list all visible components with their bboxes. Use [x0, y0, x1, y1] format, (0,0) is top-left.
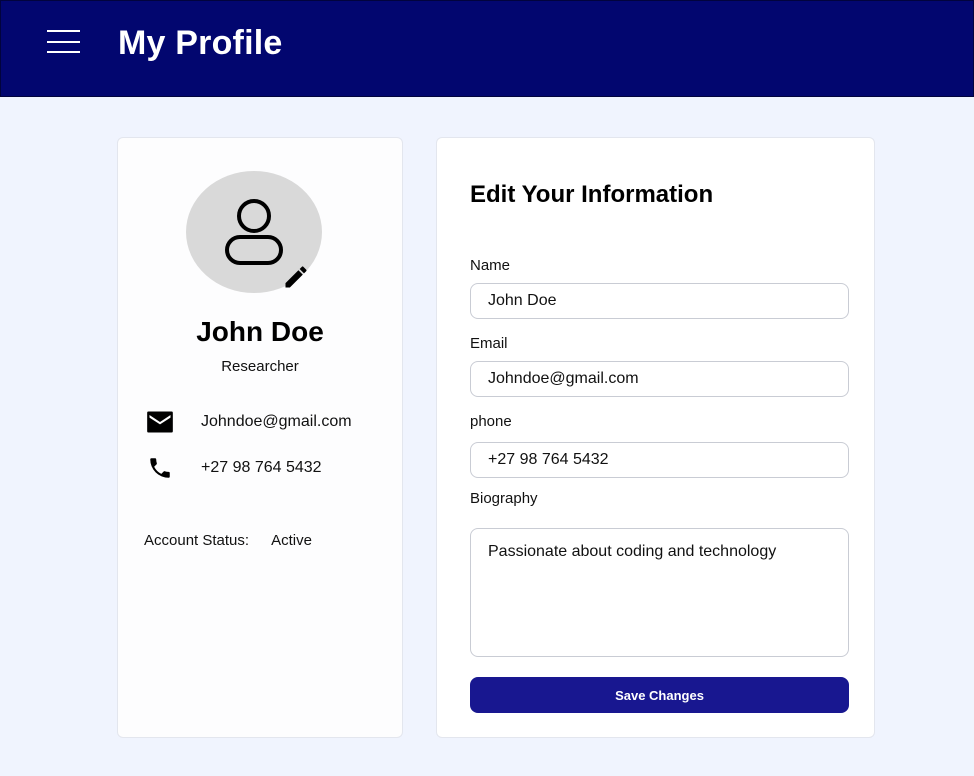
- menu-line: [47, 51, 80, 53]
- profile-name: John Doe: [196, 316, 324, 347]
- user-avatar-icon: [225, 199, 283, 265]
- phone-label: phone: [470, 413, 512, 430]
- profile-card: John Doe Researcher Johndoe@gmail.com +2…: [117, 137, 403, 738]
- phone-icon: [146, 455, 174, 481]
- contact-email-row: Johndoe@gmail.com: [146, 409, 352, 435]
- pencil-edit-icon[interactable]: [282, 263, 310, 291]
- contact-email-text: Johndoe@gmail.com: [201, 413, 352, 430]
- page-title: My Profile: [118, 24, 283, 62]
- name-input[interactable]: [470, 283, 849, 319]
- phone-input[interactable]: [470, 442, 849, 478]
- hamburger-menu-icon[interactable]: [47, 30, 81, 54]
- account-status-label: Account Status:: [144, 532, 250, 549]
- email-icon: [146, 409, 174, 435]
- email-label: Email: [470, 335, 508, 352]
- biography-textarea[interactable]: Passionate about coding and technology: [470, 528, 849, 657]
- menu-line: [47, 41, 80, 43]
- app-header: My Profile: [0, 0, 974, 97]
- email-input[interactable]: [470, 361, 849, 397]
- account-status: Account Status: Active: [144, 532, 312, 549]
- profile-role: Researcher: [221, 358, 299, 375]
- biography-label: Biography: [470, 490, 538, 507]
- edit-form-card: Edit Your Information Name Email phone B…: [436, 137, 875, 738]
- contact-phone-text: +27 98 764 5432: [201, 459, 322, 476]
- avatar: [186, 171, 322, 293]
- name-label: Name: [470, 257, 511, 274]
- menu-line: [47, 30, 80, 32]
- account-status-value: Active: [271, 532, 312, 549]
- contact-phone-row: +27 98 764 5432: [146, 455, 322, 481]
- form-heading: Edit Your Information: [470, 181, 714, 208]
- save-changes-button[interactable]: Save Changes: [470, 677, 849, 713]
